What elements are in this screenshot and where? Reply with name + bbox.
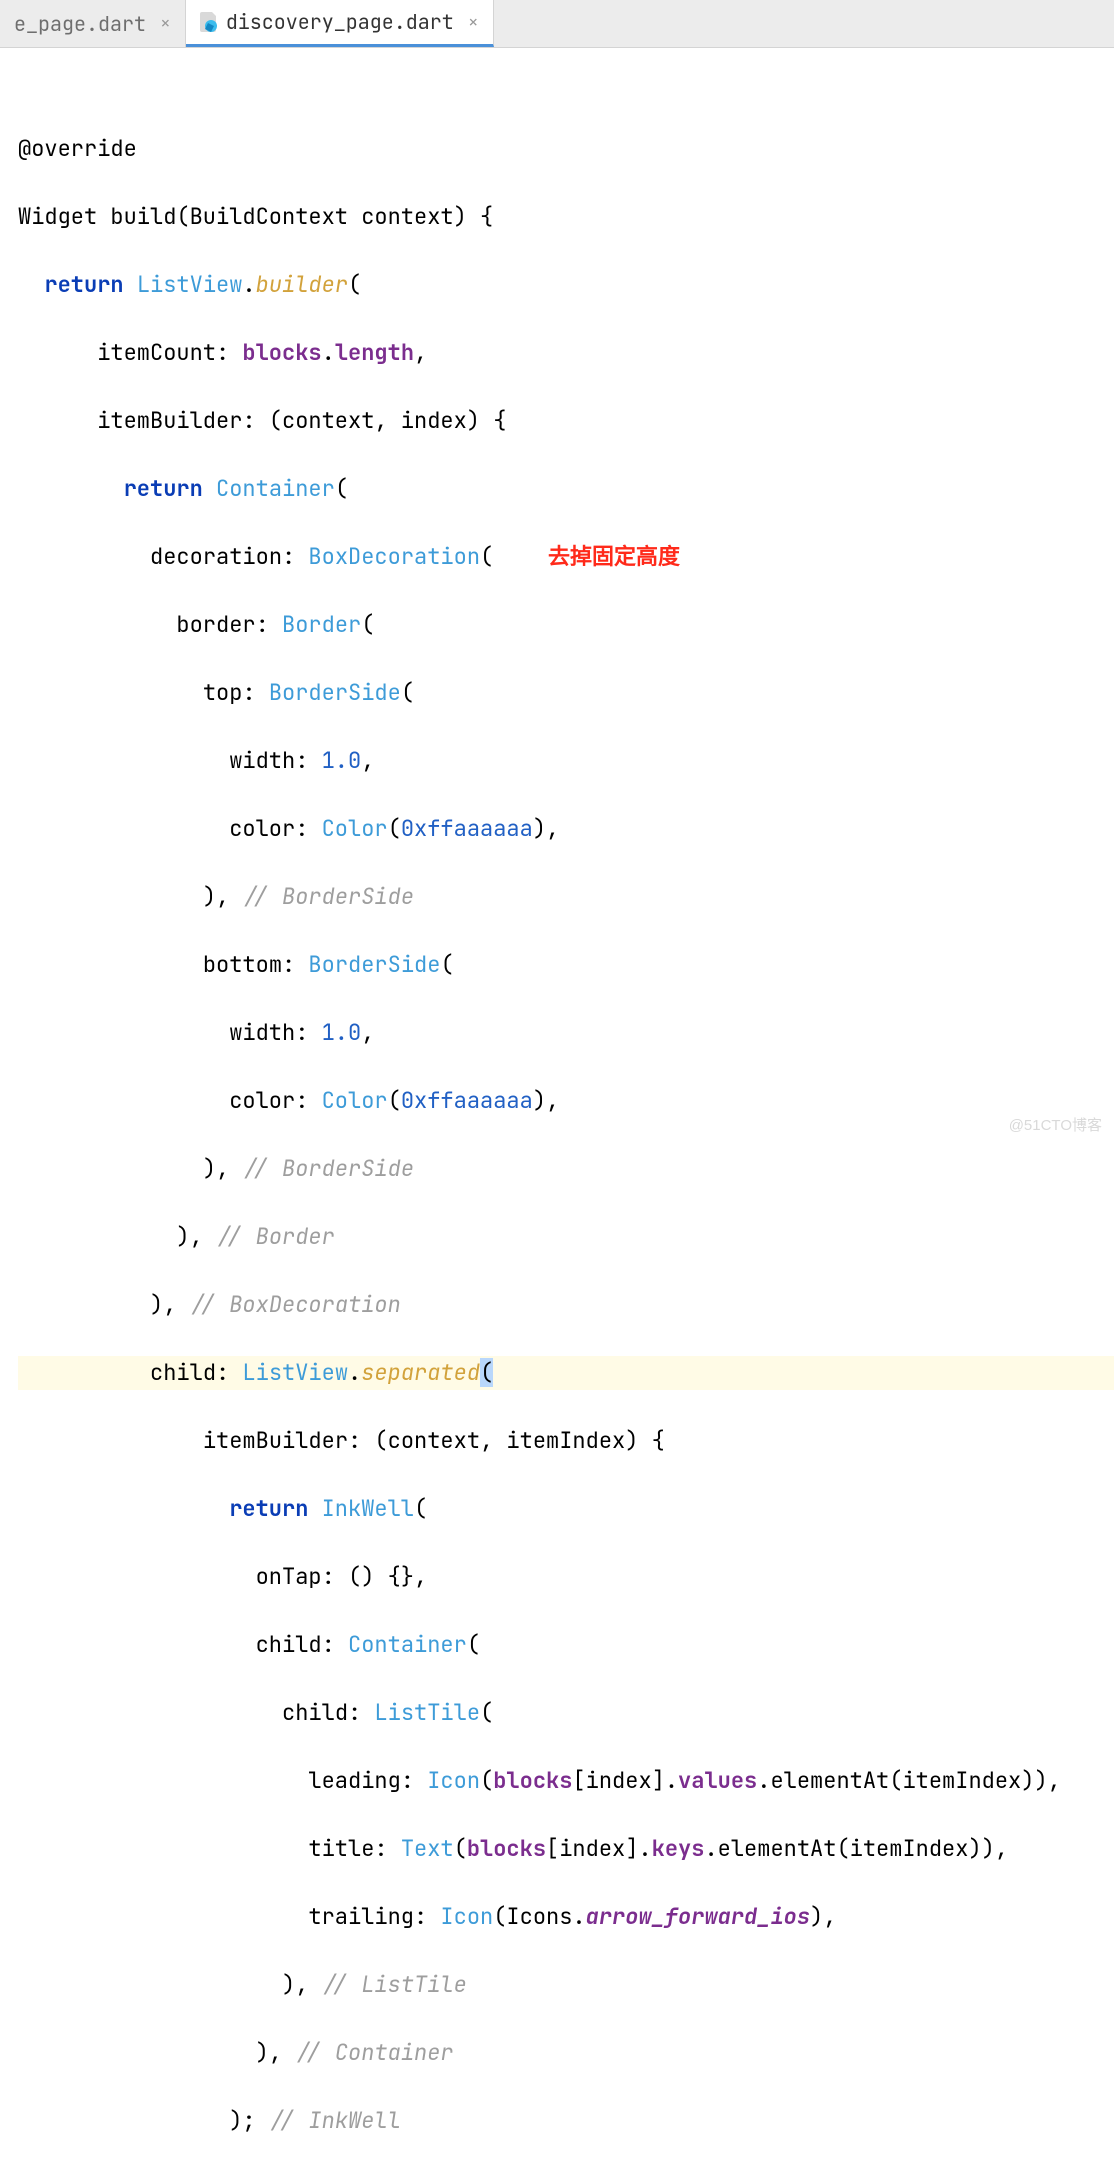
code-line: itemBuilder: (context, itemIndex) { <box>18 1424 1114 1458</box>
code-line: color: Color(0xffaaaaaa), <box>18 1084 1114 1118</box>
tab-label: discovery_page.dart <box>226 9 454 35</box>
code-line-highlighted: child: ListView.separated( <box>18 1356 1114 1390</box>
code-line: width: 1.0, <box>18 744 1114 778</box>
code-line: itemBuilder: (context, index) { <box>18 404 1114 438</box>
code-line: ), // Container <box>18 2036 1114 2070</box>
code-line: bottom: BorderSide( <box>18 948 1114 982</box>
code-line: decoration: BoxDecoration(去掉固定高度 <box>18 540 1114 574</box>
code-line: child: Container( <box>18 1628 1114 1662</box>
tab-bar: e_page.dart × discovery_page.dart × <box>0 0 1114 48</box>
code-line: title: Text(blocks[index].keys.elementAt… <box>18 1832 1114 1866</box>
code-line: ), // Border <box>18 1220 1114 1254</box>
code-line: ), // BoxDecoration <box>18 1288 1114 1322</box>
code-line: color: Color(0xffaaaaaa), <box>18 812 1114 846</box>
code-line: ); // InkWell <box>18 2104 1114 2138</box>
code-editor[interactable]: @override Widget build(BuildContext cont… <box>0 48 1114 2172</box>
annotation-label: 去掉固定高度 <box>548 540 680 574</box>
code-line: trailing: Icon(Icons.arrow_forward_ios), <box>18 1900 1114 1934</box>
code-line: ), // BorderSide <box>18 1152 1114 1186</box>
code-line: onTap: () {}, <box>18 1560 1114 1594</box>
code-line: ), // BorderSide <box>18 880 1114 914</box>
code-line: leading: Icon(blocks[index].values.eleme… <box>18 1764 1114 1798</box>
watermark: @51CTO博客 <box>1009 1114 1102 1135</box>
code-line: @override <box>18 132 1114 166</box>
code-line: child: ListTile( <box>18 1696 1114 1730</box>
code-line: Widget build(BuildContext context) { <box>18 200 1114 234</box>
close-icon[interactable]: × <box>468 11 479 34</box>
tab-label: e_page.dart <box>14 11 146 37</box>
close-icon[interactable]: × <box>160 12 171 35</box>
code-line: return Container( <box>18 472 1114 506</box>
tab-file-2[interactable]: discovery_page.dart × <box>186 0 494 47</box>
code-line: itemCount: blocks.length, <box>18 336 1114 370</box>
tab-file-1[interactable]: e_page.dart × <box>0 0 186 47</box>
code-line: ), // ListTile <box>18 1968 1114 2002</box>
code-line: return ListView.builder( <box>18 268 1114 302</box>
code-line: width: 1.0, <box>18 1016 1114 1050</box>
code-line: return InkWell( <box>18 1492 1114 1526</box>
code-line: border: Border( <box>18 608 1114 642</box>
dart-file-icon <box>200 12 218 32</box>
code-line: top: BorderSide( <box>18 676 1114 710</box>
